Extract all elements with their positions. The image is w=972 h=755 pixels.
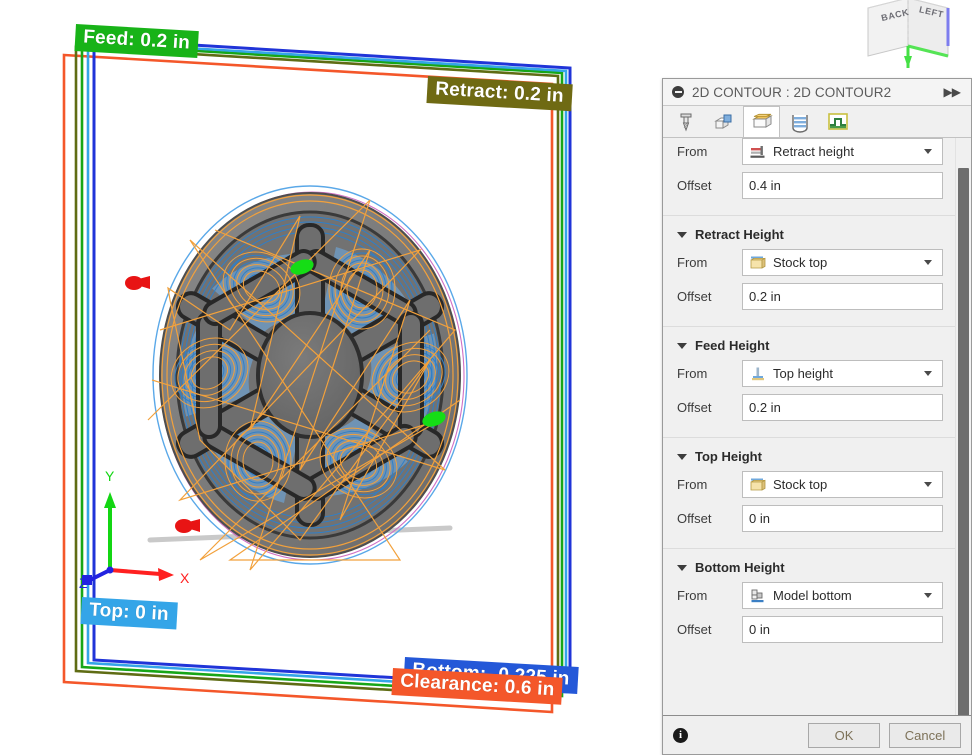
clearance-offset-row: Offset 0.4 in [663, 172, 955, 199]
bottom-from-row: From Model bottom [663, 582, 955, 609]
axis-label-y: Y [105, 468, 115, 484]
feed-from-value: Top height [773, 366, 833, 381]
retract-from-value: Stock top [773, 255, 828, 270]
bottom-height-header[interactable]: Bottom Height [663, 549, 955, 582]
stock-top-icon [749, 254, 767, 272]
top-offset-input[interactable]: 0 in [742, 505, 943, 532]
top-from-combo[interactable]: Stock top [742, 471, 943, 498]
tab-heights[interactable] [743, 106, 780, 137]
chevron-down-icon [924, 371, 932, 376]
tab-tool[interactable] [667, 106, 704, 137]
retract-offset-input[interactable]: 0.2 in [742, 283, 943, 310]
chevron-down-icon [924, 593, 932, 598]
retract-height-header[interactable]: Retract Height [663, 216, 955, 249]
chevron-down-icon [924, 482, 932, 487]
caret-down-icon [677, 564, 687, 571]
bottom-from-label: From [677, 588, 708, 603]
model-bottom-icon [749, 587, 767, 605]
top-height-title: Top Height [695, 449, 762, 464]
expand-panel-button[interactable]: ▶▶ [942, 85, 962, 99]
bottom-offset-label: Offset [677, 622, 712, 637]
cancel-button[interactable]: Cancel [889, 722, 961, 748]
retract-offset-label: Offset [677, 289, 712, 304]
tab-passes[interactable] [781, 106, 818, 137]
panel-footer: i OK Cancel [663, 715, 971, 754]
info-icon[interactable]: i [673, 727, 688, 743]
3d-viewport[interactable]: Feed: 0.2 in Retract: 0.2 in Top: 0 in B… [0, 0, 660, 755]
retract-from-combo[interactable]: Stock top [742, 249, 943, 276]
chevron-down-icon [924, 260, 932, 265]
feed-from-label: From [677, 366, 708, 381]
bottom-from-combo[interactable]: Model bottom [742, 582, 943, 609]
endmill-tool-icon [680, 113, 691, 132]
tab-linking[interactable] [819, 106, 856, 137]
retract-height-title: Retract Height [695, 227, 784, 242]
top-from-value: Stock top [773, 477, 828, 492]
passes-icon [791, 115, 808, 133]
collapse-icon[interactable] [672, 86, 684, 98]
view-cube[interactable]: BACK LEFT [860, 0, 960, 72]
panel-body: From Retract height Offset 0.4 in Retrac… [663, 138, 955, 715]
retract-from-row: From Stock top [663, 249, 955, 276]
feed-offset-row: Offset 0.2 in [663, 394, 955, 421]
top-from-row: From Stock top [663, 471, 955, 498]
panel-title: 2D CONTOUR : 2D CONTOUR2 [692, 84, 892, 100]
clearance-offset-label: Offset [677, 178, 712, 193]
panel-tab-strip [663, 106, 971, 138]
feed-height-title: Feed Height [695, 338, 770, 353]
retract-from-label: From [677, 255, 708, 270]
tab-geometry[interactable] [705, 106, 742, 137]
chevron-down-icon [924, 149, 932, 154]
retract-offset-row: Offset 0.2 in [663, 283, 955, 310]
panel-scrollbar-track[interactable] [955, 138, 971, 715]
caret-down-icon [677, 342, 687, 349]
panel-header: 2D CONTOUR : 2D CONTOUR2 ▶▶ [663, 79, 971, 106]
top-offset-label: Offset [677, 511, 712, 526]
clearance-from-row: From Retract height [663, 138, 955, 165]
panel-scrollbar-thumb[interactable] [958, 168, 969, 715]
viewport-label-top: Top: 0 in [80, 597, 178, 630]
group-feed-height: Feed Height From Top height Offset 0.2 i… [663, 327, 955, 438]
feed-from-row: From Top height [663, 360, 955, 387]
bottom-offset-row: Offset 0 in [663, 616, 955, 643]
caret-down-icon [677, 453, 687, 460]
caret-down-icon [677, 231, 687, 238]
view-cube-shape[interactable] [860, 0, 960, 72]
clearance-from-combo[interactable]: Retract height [742, 138, 943, 165]
group-top-height: Top Height From Stock top Offset 0 in [663, 438, 955, 549]
top-height-icon [749, 365, 767, 383]
ok-button[interactable]: OK [808, 722, 880, 748]
retract-height-icon [749, 143, 767, 161]
group-bottom-height: Bottom Height From Model bottom Offset 0… [663, 549, 955, 659]
axis-label-x: X [180, 570, 190, 586]
bottom-from-value: Model bottom [773, 588, 852, 603]
heights-icon [751, 113, 773, 128]
group-clearance-height: From Retract height Offset 0.4 in [663, 138, 955, 216]
panel-body-wrapper: From Retract height Offset 0.4 in Retrac… [663, 138, 971, 715]
feed-from-combo[interactable]: Top height [742, 360, 943, 387]
viewport-canvas [62, 37, 572, 714]
top-from-label: From [677, 477, 708, 492]
bottom-offset-input[interactable]: 0 in [742, 616, 943, 643]
operation-properties-panel: 2D CONTOUR : 2D CONTOUR2 ▶▶ From Retract… [662, 78, 972, 755]
axis-label-z: Z [79, 575, 88, 591]
fusion-cam-heights-screen: Feed: 0.2 in Retract: 0.2 in Top: 0 in B… [0, 0, 972, 755]
group-retract-height: Retract Height From Stock top Offset 0.2… [663, 216, 955, 327]
feed-offset-label: Offset [677, 400, 712, 415]
stock-top-icon [749, 476, 767, 494]
bottom-height-title: Bottom Height [695, 560, 785, 575]
feed-height-header[interactable]: Feed Height [663, 327, 955, 360]
clearance-from-label: From [677, 144, 708, 159]
top-height-header[interactable]: Top Height [663, 438, 955, 471]
linking-icon [827, 113, 848, 130]
geometry-icon [713, 114, 731, 129]
clearance-offset-input[interactable]: 0.4 in [742, 172, 943, 199]
feed-offset-input[interactable]: 0.2 in [742, 394, 943, 421]
top-offset-row: Offset 0 in [663, 505, 955, 532]
clearance-from-value: Retract height [773, 144, 854, 159]
